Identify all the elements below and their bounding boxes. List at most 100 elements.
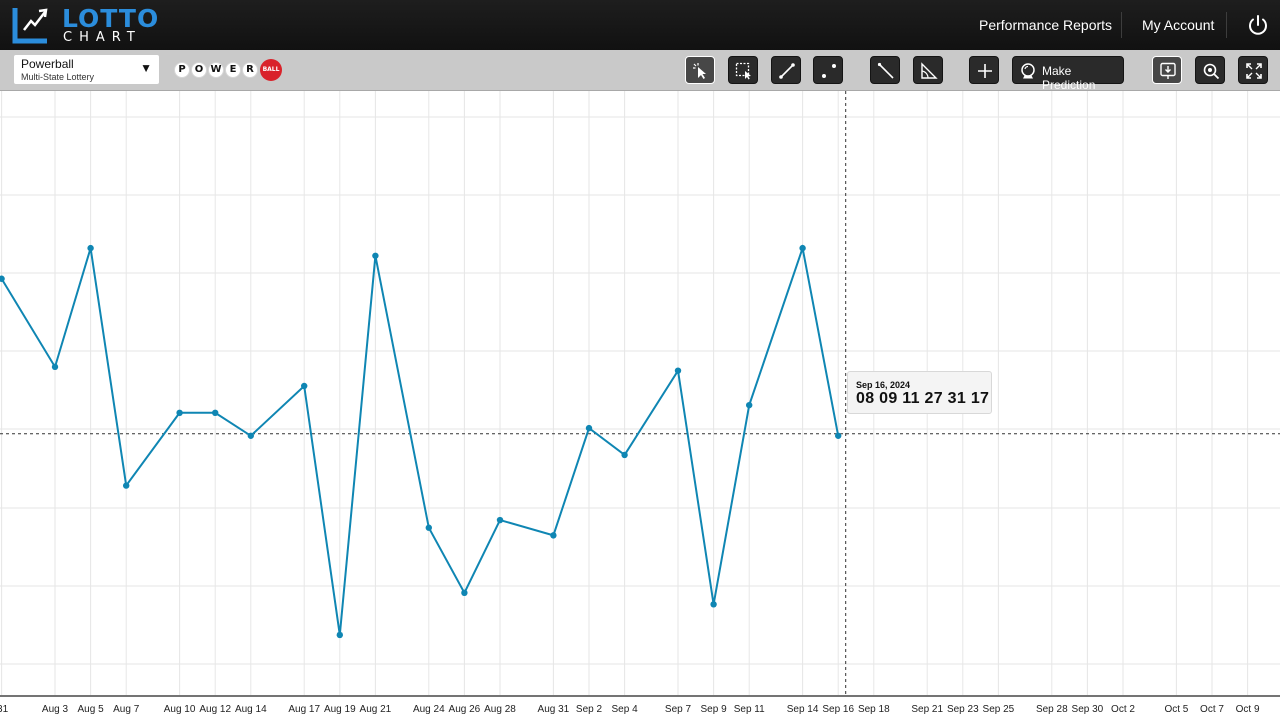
point-tool-button[interactable]	[813, 56, 843, 84]
x-tick-label: 31	[0, 704, 9, 715]
x-tick-label: Oct 9	[1236, 704, 1260, 715]
x-tick-label: Aug 28	[484, 704, 516, 715]
top-bar: LOTTO CHART Performance Reports My Accou…	[0, 0, 1280, 50]
x-tick-label: Sep 23	[947, 704, 979, 715]
data-point[interactable]	[372, 252, 379, 259]
x-tick-label: Aug 31	[538, 704, 570, 715]
download-button[interactable]	[1152, 56, 1182, 84]
x-tick-label: Sep 4	[612, 704, 639, 715]
x-tick-label: Sep 21	[911, 704, 943, 715]
x-tick-label: Sep 7	[665, 704, 692, 715]
x-tick-label: Sep 11	[734, 704, 765, 715]
data-point[interactable]	[247, 432, 254, 439]
x-tick-label: Aug 12	[199, 704, 231, 715]
data-point[interactable]	[674, 367, 682, 374]
select-area-tool-button[interactable]	[728, 56, 758, 84]
x-tick-label: Aug 26	[449, 704, 481, 715]
data-point[interactable]	[746, 401, 753, 409]
zoom-button[interactable]	[1195, 56, 1225, 84]
logo-letter-ball: O	[191, 62, 207, 78]
data-point[interactable]	[51, 363, 59, 371]
x-tick-label: Oct 5	[1164, 704, 1188, 715]
download-icon	[1160, 62, 1176, 79]
chart-logo-icon	[12, 8, 48, 44]
line-tool-button[interactable]	[771, 56, 801, 84]
x-tick-label: Aug 24	[413, 704, 445, 715]
x-tick-label: Aug 10	[164, 704, 196, 715]
logo-letter-ball: P	[174, 62, 190, 78]
fullscreen-button[interactable]	[1238, 56, 1268, 84]
data-point[interactable]	[212, 409, 219, 417]
x-tick-label: Sep 18	[858, 704, 890, 715]
trend-line-tool-button[interactable]	[870, 56, 900, 84]
chart-area[interactable]: 31 Aug 3 Aug 5 Aug 7 Aug 10Aug 12 Aug 14 Aug 1…	[0, 91, 1280, 720]
make-prediction-label: Make Prediction	[1042, 64, 1096, 92]
logo-letter-ball: E	[225, 62, 241, 78]
x-tick-label: Oct 7	[1200, 704, 1224, 715]
x-tick-label: Aug 17	[288, 704, 320, 715]
draw-tooltip: Sep 16, 2024 08 09 11 27 31 17	[847, 371, 992, 414]
powerball-red-ball: BALL	[260, 59, 282, 81]
grid-vertical	[1, 91, 1249, 695]
x-tick-label: Sep 9	[701, 704, 728, 715]
x-tick-label: Oct 2	[1111, 704, 1135, 715]
make-prediction-button[interactable]: Make Prediction	[1012, 56, 1124, 92]
pointer-tool-button[interactable]	[685, 56, 715, 84]
nav-divider	[1121, 12, 1122, 38]
pointer-icon	[693, 63, 706, 79]
zoom-icon	[1203, 63, 1220, 80]
x-axis-ticks: 31 Aug 3 Aug 5 Aug 7 Aug 10Aug 12 Aug 14 Aug 1…	[0, 704, 1260, 715]
x-tick-label: Aug 5	[78, 704, 105, 715]
angle-tool-button[interactable]	[913, 56, 943, 84]
data-point[interactable]	[621, 451, 628, 459]
logo-text-chart: CHART	[63, 30, 142, 45]
tooltip-winning-numbers: 08 09 11 27 31 17	[856, 390, 990, 407]
x-tick-label: Sep 28	[1036, 704, 1068, 715]
logo-letter-ball: W	[208, 62, 224, 78]
data-point[interactable]	[550, 532, 557, 539]
x-tick-label: Aug 14	[235, 704, 267, 715]
data-point[interactable]	[710, 601, 717, 608]
data-point[interactable]	[585, 424, 593, 432]
select-area-icon	[735, 62, 751, 80]
nav-my-account[interactable]: My Account	[1142, 16, 1214, 34]
data-point[interactable]	[461, 589, 468, 597]
x-tick-label: Sep 30	[1072, 704, 1104, 715]
app-logo[interactable]: LOTTO CHART	[12, 4, 162, 46]
data-point[interactable]	[799, 244, 806, 252]
crosshair-tool-button[interactable]	[969, 56, 999, 84]
dropdown-caret-icon: ▼	[140, 61, 152, 75]
series-line	[0, 244, 840, 636]
data-point[interactable]	[425, 524, 432, 531]
data-point[interactable]	[301, 382, 308, 390]
data-point[interactable]	[835, 432, 842, 439]
powerball-logo: P O W E R BALL	[174, 59, 282, 81]
x-tick-label: Sep 25	[983, 704, 1015, 715]
game-subtitle: Multi-State Lottery	[21, 72, 95, 82]
data-point[interactable]	[87, 244, 94, 252]
data-point[interactable]	[336, 631, 343, 639]
lottery-line-chart[interactable]: 31 Aug 3 Aug 5 Aug 7 Aug 10Aug 12 Aug 14 Aug 1…	[0, 91, 1280, 720]
x-tick-label: Sep 14	[787, 704, 819, 715]
data-point[interactable]	[123, 482, 130, 489]
tooltip-date: Sep 16, 2024	[856, 380, 911, 390]
x-tick-label: Aug 21	[360, 704, 392, 715]
crystal-ball-icon	[1021, 63, 1035, 79]
line-tool-icon	[779, 63, 795, 79]
logo-letter-ball: R	[242, 62, 258, 78]
x-tick-label: Aug 3	[42, 704, 69, 715]
x-tick-label: Sep 16	[822, 704, 854, 715]
logo-text-lotto: LOTTO	[62, 4, 160, 33]
chart-toolbar: Powerball Multi-State Lottery ▼ P O W E …	[0, 50, 1280, 92]
data-point[interactable]	[496, 516, 504, 524]
fullscreen-icon	[1246, 63, 1262, 79]
nav-performance-reports[interactable]: Performance Reports	[979, 16, 1112, 34]
trend-line-icon	[877, 62, 894, 79]
x-tick-label: Sep 2	[576, 704, 603, 715]
data-point[interactable]	[176, 409, 183, 417]
game-selector[interactable]: Powerball Multi-State Lottery ▼	[14, 55, 159, 84]
grid-horizontal	[0, 116, 1280, 665]
game-name: Powerball	[21, 57, 74, 71]
power-icon[interactable]	[1246, 13, 1270, 37]
angle-tool-icon	[921, 62, 938, 79]
